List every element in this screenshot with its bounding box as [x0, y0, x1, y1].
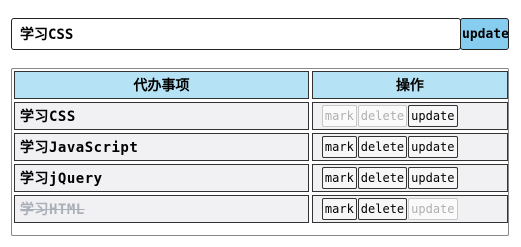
todo-item-label: 学习CSS: [14, 102, 310, 130]
mark-button[interactable]: mark: [321, 136, 357, 158]
update-button[interactable]: update: [460, 18, 509, 50]
delete-button[interactable]: delete: [357, 167, 408, 189]
todo-item-label: 学习HTML: [14, 195, 310, 223]
mark-button[interactable]: mark: [321, 198, 357, 220]
todo-item-label: 学习jQuery: [14, 164, 310, 192]
todo-input-bar: update: [11, 18, 509, 50]
todo-item-actions: mark delete update: [311, 102, 508, 130]
update-item-button[interactable]: update: [408, 167, 458, 189]
mark-button[interactable]: mark: [321, 105, 357, 127]
update-item-button[interactable]: update: [408, 136, 458, 158]
update-item-button[interactable]: update: [408, 105, 458, 127]
todo-item-label: 学习JavaScript: [14, 133, 310, 161]
delete-button[interactable]: delete: [357, 198, 408, 220]
update-item-button[interactable]: update: [408, 198, 458, 220]
table-row: 学习CSS mark delete update: [14, 102, 508, 130]
delete-button[interactable]: delete: [357, 136, 408, 158]
todo-list: 学习CSS mark delete update 学习JavaScript mark del…: [14, 102, 508, 223]
delete-button[interactable]: delete: [357, 105, 408, 127]
todo-table-frame: 代办事项 操作 学习CSS mark delete update 学习JavaScrip…: [11, 68, 509, 236]
table-header-row: 代办事项 操作: [14, 71, 508, 99]
table-row: 学习HTML mark delete update: [14, 195, 508, 223]
todo-item-actions: mark delete update: [311, 133, 508, 161]
todo-input[interactable]: [11, 18, 461, 50]
todo-item-actions: mark delete update: [311, 195, 508, 223]
header-ops: 操作: [311, 71, 508, 99]
header-item: 代办事项: [14, 71, 310, 99]
todo-table: 代办事项 操作 学习CSS mark delete update 学习JavaScrip…: [14, 68, 508, 226]
todo-item-actions: mark delete update: [311, 164, 508, 192]
table-row: 学习jQuery mark delete update: [14, 164, 508, 192]
table-row: 学习JavaScript mark delete update: [14, 133, 508, 161]
mark-button[interactable]: mark: [321, 167, 357, 189]
